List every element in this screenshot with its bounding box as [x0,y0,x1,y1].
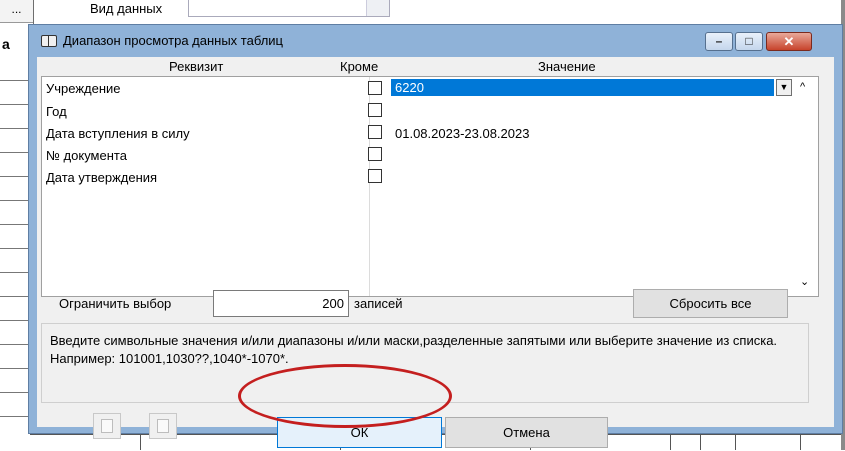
row-label-institution: Учреждение [46,81,121,96]
background-column-line [800,434,801,450]
dialog-client-area: Реквизит Кроме Значение Учреждение 6220 … [37,57,834,448]
chevron-down-icon: ▼ [779,82,789,92]
column-header-except: Кроме [340,59,379,74]
except-checkbox-approval-date[interactable] [368,169,382,183]
document-icon [157,419,169,433]
scroll-up-icon[interactable]: ^ [800,81,805,93]
maximize-icon: □ [745,34,753,48]
reset-all-button[interactable]: Сбросить все [633,289,788,318]
except-checkbox-institution[interactable] [368,81,382,95]
hint-text: Введите символьные значения и/или диапаз… [50,333,778,366]
highlight-ellipse [238,364,452,428]
minimize-button[interactable]: – [705,32,733,51]
book-icon [41,35,57,47]
limit-suffix: записей [354,296,403,311]
row-label-effective-date: Дата вступления в силу [46,126,190,141]
column-header-value: Значение [538,59,596,74]
close-icon: ✕ [783,34,795,49]
import-button[interactable] [93,413,121,439]
background-column-line [140,434,141,450]
background-side-letter: а [2,36,10,52]
row-label-document-number: № документа [46,148,127,163]
background-data-view-combo[interactable] [188,0,390,17]
background-data-view-label: Вид данных [90,1,163,16]
dropdown-button[interactable]: ▼ [776,79,792,96]
dialog-titlebar[interactable]: Диапазон просмотра данных таблиц – □ ✕ [29,25,842,57]
dialog-title: Диапазон просмотра данных таблиц [63,33,283,48]
scroll-down-icon[interactable]: ⌄ [800,275,809,288]
maximize-button[interactable]: □ [735,32,763,51]
except-checkbox-effective-date[interactable] [368,125,382,139]
cancel-button[interactable]: Отмена [445,417,608,448]
limit-input[interactable]: 200 [213,290,349,317]
row-label-approval-date: Дата утверждения [46,170,158,185]
close-button[interactable]: ✕ [766,32,812,51]
column-header-field: Реквизит [169,59,224,74]
minimize-icon: – [715,34,723,48]
import-icon [101,419,113,433]
background-column-line [735,434,736,450]
value-cell-effective-date[interactable]: 01.08.2023-23.08.2023 [395,126,529,141]
document-button[interactable] [149,413,177,439]
background-column-line [670,434,671,450]
chevron-down-icon[interactable] [366,0,389,16]
value-cell-institution[interactable]: 6220 [391,79,774,96]
limit-label: Ограничить выбор [59,296,172,311]
background-menu-button[interactable]: ... [0,0,33,23]
except-checkbox-year[interactable] [368,103,382,117]
except-checkbox-document-number[interactable] [368,147,382,161]
background-column-line [700,434,701,450]
criteria-grid[interactable]: Учреждение 6220 ▼ Год Дата вступления в … [41,76,819,297]
row-label-year: Год [46,104,67,119]
range-dialog: Диапазон просмотра данных таблиц – □ ✕ Р… [28,24,843,448]
